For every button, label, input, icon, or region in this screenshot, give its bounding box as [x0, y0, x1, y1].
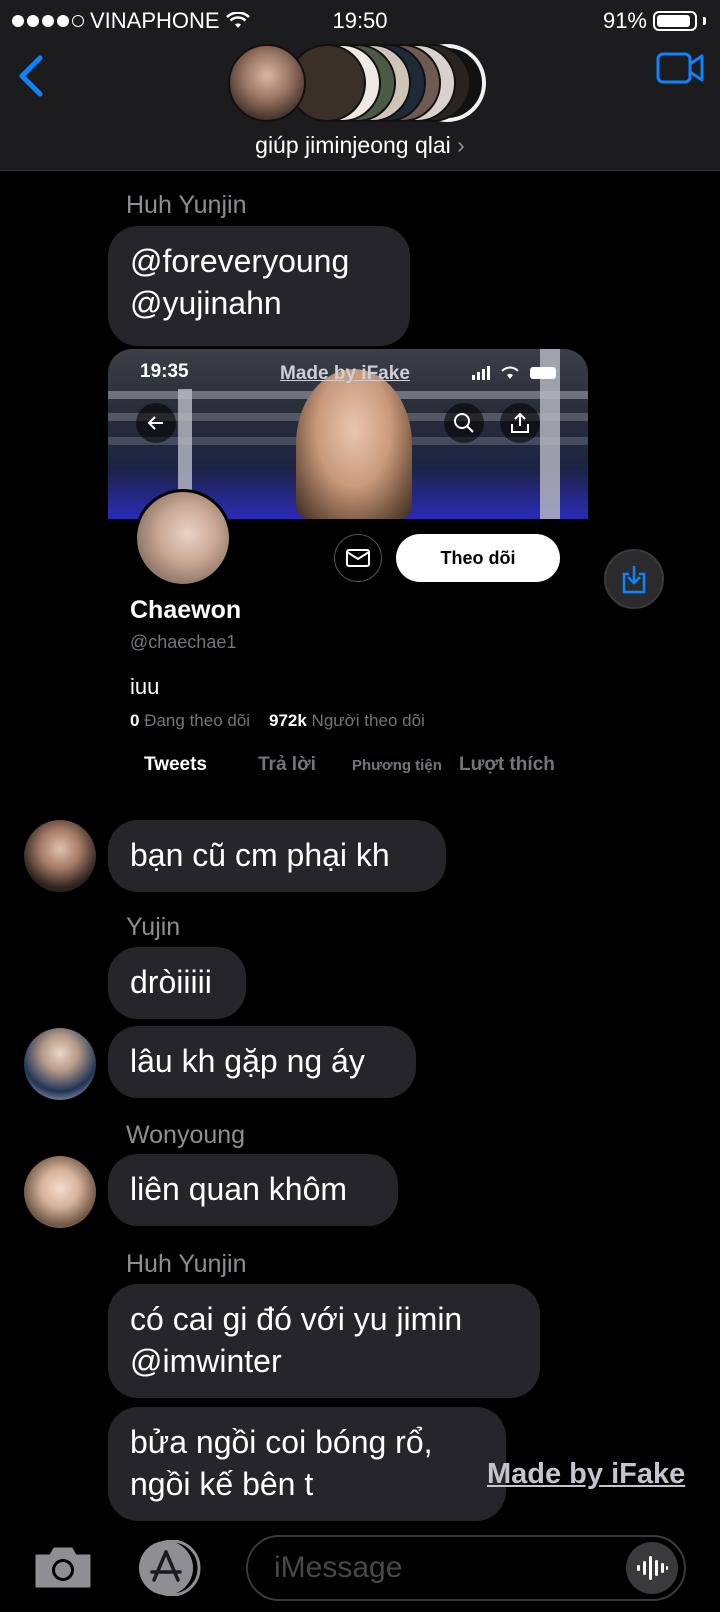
group-avatar-stack[interactable]: [228, 44, 488, 124]
message-line: @foreveryoung: [130, 243, 350, 279]
camera-icon[interactable]: [32, 1543, 94, 1591]
battery-percent: 91%: [602, 8, 647, 33]
save-to-photos-button[interactable]: [604, 549, 664, 609]
search-icon: [454, 413, 474, 433]
imessage-placeholder: iMessage: [274, 1551, 403, 1584]
message-line: @imwinter: [130, 1343, 282, 1379]
profile-avatar: [134, 489, 232, 587]
profile-name: Chaewon: [130, 596, 242, 624]
message-bubble[interactable]: bửa ngồi coi bóng rổ, ngồi kế bên t: [108, 1407, 506, 1521]
group-name[interactable]: giúp jiminjeong qlai ›: [0, 132, 720, 159]
sender-avatar[interactable]: [24, 1156, 96, 1228]
sender-name: Huh Yunjin: [126, 191, 247, 219]
group-name-text: giúp jiminjeong qlai: [255, 132, 451, 158]
message-bubble[interactable]: bạn cũ cm phại kh: [108, 820, 446, 892]
message-line: ngồi kế bên t: [130, 1466, 314, 1502]
arrow-left-icon: [147, 416, 163, 430]
app-store-button[interactable]: [134, 1539, 204, 1597]
back-chevron-icon[interactable]: [14, 52, 46, 100]
sender-avatar[interactable]: [24, 820, 96, 892]
profile-handle: @chaechae1: [130, 632, 237, 652]
battery-indicator: 91%: [603, 8, 706, 34]
following-label: Đang theo dõi: [144, 711, 251, 730]
tab-replies: Trả lời: [258, 754, 316, 775]
imessage-input[interactable]: iMessage: [246, 1535, 686, 1601]
message-bubble[interactable]: @foreveryoung @yujinahn: [108, 226, 410, 346]
video-call-icon[interactable]: [656, 50, 706, 86]
card-signal-icons: [472, 366, 556, 380]
message-line: bửa ngồi coi bóng rổ,: [130, 1424, 433, 1460]
tab-media: Phương tiện: [352, 757, 442, 774]
card-watermark: Made by iFake: [280, 363, 410, 384]
download-icon: [622, 566, 646, 594]
app-store-icon: [139, 1539, 201, 1597]
waveform-icon: [637, 1556, 668, 1580]
message-text: bạn cũ cm phại kh: [130, 837, 390, 873]
share-icon: [511, 412, 529, 433]
status-bar: VINAPHONE 19:50 91%: [0, 0, 720, 40]
sender-name: Wonyoung: [126, 1121, 246, 1149]
card-back-button: [136, 403, 176, 443]
card-share-button: [500, 403, 540, 443]
message-text: dròiiiii: [130, 964, 212, 1000]
message-text: liên quan khôm: [130, 1171, 348, 1207]
follow-stats: 0 Đang theo dõi 972k Người theo dõi: [130, 711, 425, 731]
follow-button: Theo dõi: [396, 534, 560, 582]
tweet-profile-screenshot[interactable]: 19:35 Made by iFake Theo dõi Chaewon @ch…: [108, 349, 588, 804]
watermark: Made by iFake: [487, 1458, 686, 1490]
card-search-button: [444, 403, 484, 443]
message-text: lâu kh gặp ng áy: [130, 1043, 365, 1079]
sender-name: Yujin: [126, 913, 181, 941]
tab-tweets: Tweets: [144, 754, 208, 775]
message-button: [334, 534, 382, 582]
sender-avatar[interactable]: [24, 1028, 96, 1100]
profile-bio: iuu: [130, 674, 160, 699]
tab-likes: Lượt thích: [459, 754, 555, 775]
message-line: có cai gi đó với yu jimin: [130, 1301, 463, 1337]
message-bubble[interactable]: liên quan khôm: [108, 1154, 398, 1226]
audio-record-button[interactable]: [626, 1542, 678, 1594]
message-bubble[interactable]: có cai gi đó với yu jimin @imwinter: [108, 1284, 540, 1398]
chevron-right-icon: ›: [457, 132, 465, 158]
sender-name: Huh Yunjin: [126, 1250, 247, 1278]
mail-icon: [346, 549, 370, 567]
following-count: 0: [130, 711, 140, 730]
message-bubble[interactable]: lâu kh gặp ng áy: [108, 1026, 416, 1098]
banner-photo: [296, 369, 412, 519]
battery-icon: [653, 11, 697, 31]
card-status-time: 19:35: [140, 361, 189, 382]
message-bubble[interactable]: dròiiiii: [108, 947, 246, 1019]
followers-label: Người theo dõi: [311, 711, 425, 730]
followers-count: 972k: [268, 711, 307, 730]
message-line: @yujinahn: [130, 285, 282, 321]
conversation-header: giúp jiminjeong qlai ›: [0, 40, 720, 171]
